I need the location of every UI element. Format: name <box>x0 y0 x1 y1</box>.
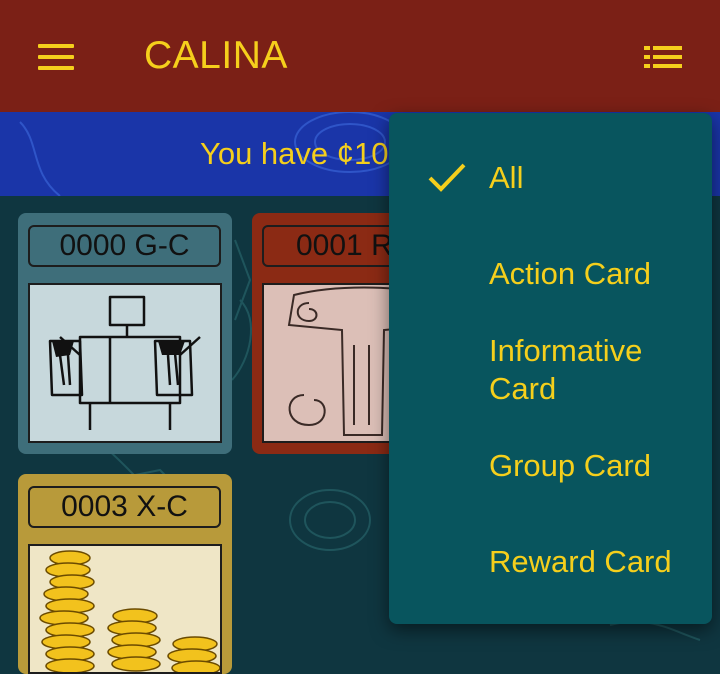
card-artwork <box>28 544 222 674</box>
hamburger-menu-icon[interactable] <box>36 42 76 72</box>
app-title: CALINA <box>144 34 288 77</box>
list-view-icon[interactable] <box>640 42 686 72</box>
card-0000[interactable]: 0000 G-C <box>18 213 232 454</box>
menu-item-action-card[interactable]: Action Card <box>489 255 651 293</box>
card-0003[interactable]: 0003 X-C <box>18 474 232 674</box>
filter-dropdown-menu: All Action Card Informative Card Group C… <box>389 113 712 624</box>
balance-text: You have ¢10 <box>200 136 389 171</box>
menu-item-all[interactable]: All <box>489 159 523 197</box>
menu-item-reward-card[interactable]: Reward Card <box>489 543 672 581</box>
card-code: 0000 G-C <box>28 225 221 267</box>
app-bar: CALINA <box>0 0 720 112</box>
menu-item-informative-card[interactable]: Informative Card <box>489 332 669 408</box>
card-code: 0003 X-C <box>28 486 221 528</box>
menu-item-group-card[interactable]: Group Card <box>489 447 651 485</box>
checkmark-icon <box>428 163 466 192</box>
card-artwork <box>28 283 222 443</box>
